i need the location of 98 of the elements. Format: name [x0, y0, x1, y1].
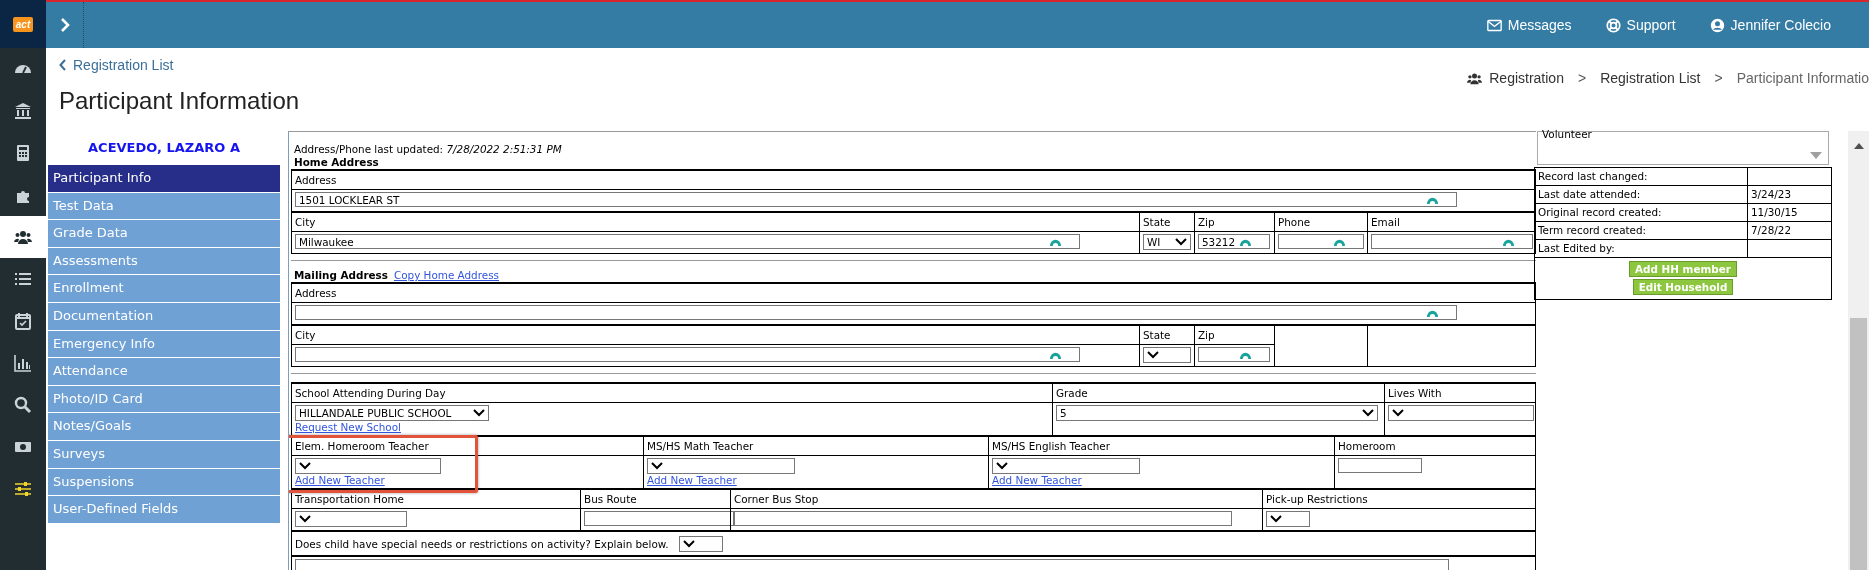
breadcrumb-separator: >: [1714, 70, 1723, 86]
chevron-down-icon: [473, 409, 485, 417]
chevron-left-icon: [59, 59, 67, 71]
text-field[interactable]: [584, 511, 734, 526]
field-label: Address: [295, 286, 337, 300]
field-label: Address: [295, 173, 337, 187]
field-label: School Attending During Day: [295, 386, 446, 400]
participant-name: ACEVEDO, LAZARO A: [88, 139, 240, 157]
page-title: Participant Information: [59, 87, 300, 115]
back-link[interactable]: Registration List: [59, 57, 174, 73]
field-label: State: [1143, 215, 1171, 229]
text-field[interactable]: [1198, 347, 1270, 362]
text-field[interactable]: [295, 347, 1080, 362]
field-label: City: [295, 215, 316, 229]
field-label: Transportation Home: [295, 492, 404, 506]
field-label: Grade: [1056, 386, 1088, 400]
add-link[interactable]: Add New Teacher: [992, 474, 1082, 486]
scroll-up-icon[interactable]: [1853, 143, 1864, 149]
field-label: MS/HS English Teacher: [992, 439, 1110, 453]
field-label: Elem. Homeroom Teacher: [295, 439, 429, 453]
topbar-link[interactable]: Support: [1605, 17, 1676, 33]
field-label: Bus Route: [584, 492, 637, 506]
breadcrumb-link[interactable]: Registration: [1466, 70, 1564, 86]
dropdown[interactable]: Volunteer: [1537, 131, 1829, 165]
text-field[interactable]: [734, 511, 1232, 526]
logo: act: [12, 16, 34, 32]
text-field[interactable]: [295, 305, 1457, 320]
info-label: Last date attended:: [1537, 187, 1642, 202]
chevron-down-icon: [1147, 351, 1159, 359]
envelope-icon: [1486, 17, 1502, 33]
topbar-link[interactable]: Jennifer Colecio: [1709, 17, 1831, 33]
text-field[interactable]: [1338, 458, 1422, 473]
dropdown[interactable]: 5: [1056, 405, 1378, 421]
chevron-down-icon: [299, 462, 311, 470]
search-icon[interactable]: [14, 396, 32, 414]
field-label: MS/HS Math Teacher: [647, 439, 754, 453]
info-label: Last Edited by:: [1537, 241, 1616, 256]
dropdown[interactable]: [1143, 347, 1191, 363]
dropdown[interactable]: [1266, 511, 1310, 527]
chevron-right-icon: [59, 18, 70, 32]
chevron-down-icon: [1175, 238, 1187, 246]
users-icon[interactable]: [14, 228, 32, 246]
sidebar-item[interactable]: Participant Info: [48, 165, 280, 193]
info-value: 3/24/23: [1747, 186, 1831, 203]
text-field[interactable]: 1501 LOCKLEAR ST: [295, 192, 1457, 207]
field-label: Lives With: [1388, 386, 1442, 400]
field-label: Zip: [1198, 328, 1215, 342]
chevron-down-icon: [651, 462, 663, 470]
field-label: Does child have special needs or restrictions on activity? Explain below.: [295, 536, 669, 551]
copy-address-link[interactable]: Copy Home Address: [393, 269, 499, 282]
chevron-down-icon: [1392, 409, 1404, 417]
info-label: Record last changed:: [1537, 169, 1649, 184]
text-field[interactable]: Milwaukee: [295, 234, 1080, 249]
text-field[interactable]: [1278, 234, 1364, 249]
lifebuoy-icon: [1605, 17, 1621, 33]
chevron-down-icon: [1362, 409, 1374, 417]
bank-icon[interactable]: [14, 102, 32, 120]
last-updated-text: Address/Phone last updated: 7/28/2022 2:51:31 PM: [293, 142, 563, 156]
info-value: 7/28/22: [1747, 222, 1831, 239]
list-icon[interactable]: [14, 270, 32, 288]
dropdown[interactable]: [678, 535, 723, 552]
sliders-icon[interactable]: [14, 480, 32, 498]
bar-chart-icon[interactable]: [14, 354, 32, 372]
triangle-down-icon: [1810, 152, 1822, 159]
breadcrumb-separator: >: [1577, 70, 1587, 86]
section-heading: Mailing Address: [294, 269, 388, 282]
section-heading: Home Address: [294, 156, 379, 169]
chevron-down-icon: [299, 515, 311, 523]
field-label: City: [295, 328, 316, 342]
nav-rail-item[interactable]: [0, 216, 46, 258]
dropdown[interactable]: HILLANDALE PUBLIC SCHOOL: [295, 405, 489, 421]
field-label: Phone: [1278, 215, 1311, 229]
chevron-down-icon: [682, 539, 695, 548]
topbar-link[interactable]: Messages: [1486, 17, 1572, 33]
text-field[interactable]: [1371, 234, 1533, 249]
info-label: Term record created:: [1537, 223, 1648, 238]
calendar-check-icon[interactable]: [14, 312, 32, 330]
add-link[interactable]: Add New Teacher: [295, 474, 385, 486]
info-label: Original record created:: [1537, 205, 1663, 220]
field-label: Homeroom: [1338, 439, 1396, 453]
add-link[interactable]: Add New Teacher: [647, 474, 737, 486]
field-label: Zip: [1198, 215, 1215, 229]
field-label: Email: [1371, 215, 1400, 229]
field-label: Pick-up Restrictions: [1266, 492, 1368, 506]
dropdown[interactable]: WI: [1143, 234, 1191, 250]
breadcrumb-link[interactable]: Registration List: [1600, 70, 1701, 86]
add-link[interactable]: Request New School: [295, 421, 401, 433]
text-field[interactable]: 53212: [1198, 234, 1270, 249]
scrollbar[interactable]: [1848, 131, 1869, 570]
field-label: Corner Bus Stop: [734, 492, 819, 506]
field-label: State: [1143, 328, 1171, 342]
breadcrumb-link[interactable]: Participant Informatio: [1736, 70, 1869, 86]
chevron-down-icon: [996, 462, 1008, 470]
info-value: 11/30/15: [1747, 204, 1831, 221]
chevron-down-icon: [1270, 515, 1282, 523]
calculator-icon[interactable]: [14, 144, 32, 162]
scrollbar-thumb[interactable]: [1850, 318, 1867, 570]
user-icon: [1709, 17, 1725, 33]
